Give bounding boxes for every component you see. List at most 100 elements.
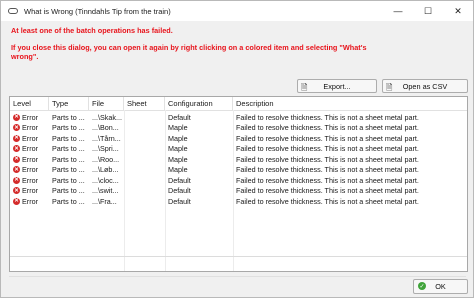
file-cell: ...\cloc... xyxy=(92,175,119,185)
window-title: What is Wrong (Tinndahls Tip from the tr… xyxy=(24,6,171,16)
results-grid[interactable]: Level Type File Sheet Configuration Desc… xyxy=(9,96,468,272)
open-as-csv-button[interactable]: 🗎 Open as CSV xyxy=(382,79,468,93)
ok-button-label: OK xyxy=(435,282,446,291)
table-row[interactable]: ✕ Error Parts to ... ...\Bon... Maple Fai… xyxy=(10,123,467,134)
footer-divider xyxy=(9,276,466,277)
error-icon: ✕ xyxy=(13,134,20,142)
error-message-line-1: At least one of the batch operations has… xyxy=(11,26,173,35)
type-cell: Parts to ... xyxy=(52,123,85,133)
table-row[interactable]: ✕ Error Parts to ... ...\swit... Default … xyxy=(10,186,467,197)
table-row[interactable]: ✕ Error Parts to ... ...\Skak... Default … xyxy=(10,112,467,123)
description-cell: Failed to resolve thickness. This is not… xyxy=(236,112,419,122)
error-message-line-3: wrong". xyxy=(11,52,39,61)
level-cell: ✕ Error xyxy=(13,175,38,185)
description-cell: Failed to resolve thickness. This is not… xyxy=(236,196,419,206)
level-cell: ✕ Error xyxy=(13,186,38,196)
level-cell: ✕ Error xyxy=(13,144,38,154)
file-cell: ...\Spri... xyxy=(92,144,119,154)
error-icon: ✕ xyxy=(13,155,20,163)
type-cell: Parts to ... xyxy=(52,196,85,206)
ok-button[interactable]: ✓ OK xyxy=(413,279,468,294)
error-message-line-2: If you close this dialog, you can open i… xyxy=(11,43,367,52)
configuration-cell: Default xyxy=(168,175,191,185)
column-header-file[interactable]: File xyxy=(89,97,124,110)
level-cell: ✕ Error xyxy=(13,123,38,133)
export-button-label: Export... xyxy=(323,81,351,91)
error-icon: ✕ xyxy=(13,176,20,184)
sheet-cell xyxy=(124,144,165,155)
configuration-cell: Default xyxy=(168,112,191,122)
grid-scrollbar-track[interactable] xyxy=(10,256,467,257)
description-cell: Failed to resolve thickness. This is not… xyxy=(236,144,419,154)
export-button[interactable]: 🗎 Export... xyxy=(297,79,377,93)
export-icon: 🗎 xyxy=(301,83,308,92)
sheet-cell xyxy=(124,112,165,123)
table-row[interactable]: ✕ Error Parts to ... ...\Roo... Maple Fai… xyxy=(10,154,467,165)
type-cell: Parts to ... xyxy=(52,186,85,196)
minimize-button[interactable]: — xyxy=(383,1,413,21)
column-header-configuration[interactable]: Configuration xyxy=(165,97,233,110)
description-cell: Failed to resolve thickness. This is not… xyxy=(236,186,419,196)
sheet-cell xyxy=(124,123,165,134)
configuration-cell: Maple xyxy=(168,133,188,143)
close-button[interactable]: ✕ xyxy=(443,1,473,21)
table-row[interactable]: ✕ Error Parts to ... ...\Spri... Maple Fa… xyxy=(10,144,467,155)
level-cell: ✕ Error xyxy=(13,165,38,175)
configuration-cell: Maple xyxy=(168,144,188,154)
table-row[interactable]: ✕ Error Parts to ... ...\Tårn... Maple Fa… xyxy=(10,133,467,144)
sheet-cell xyxy=(124,165,165,176)
file-cell: ...\Roo... xyxy=(92,154,120,164)
title-bar: What is Wrong (Tinndahls Tip from the tr… xyxy=(1,1,473,21)
what-is-wrong-dialog: What is Wrong (Tinndahls Tip from the tr… xyxy=(0,0,474,298)
open-as-csv-button-label: Open as CSV xyxy=(402,81,448,91)
configuration-cell: Default xyxy=(168,186,191,196)
file-cell: ...\Bon... xyxy=(92,123,119,133)
level-cell: ✕ Error xyxy=(13,196,38,206)
maximize-button[interactable]: ☐ xyxy=(413,1,443,21)
error-icon: ✕ xyxy=(13,113,20,121)
type-cell: Parts to ... xyxy=(52,154,85,164)
file-cell: ...\Løb... xyxy=(92,165,119,175)
description-cell: Failed to resolve thickness. This is not… xyxy=(236,133,419,143)
level-cell: ✕ Error xyxy=(13,133,38,143)
type-cell: Parts to ... xyxy=(52,112,85,122)
column-header-type[interactable]: Type xyxy=(49,97,89,110)
table-row[interactable]: ✕ Error Parts to ... ...\cloc... Default … xyxy=(10,175,467,186)
configuration-cell: Maple xyxy=(168,154,188,164)
csv-file-icon: 🗎 xyxy=(386,83,393,92)
column-header-sheet[interactable]: Sheet xyxy=(124,97,165,110)
level-cell: ✕ Error xyxy=(13,112,38,122)
table-row[interactable]: ✕ Error Parts to ... ...\Løb... Maple Fai… xyxy=(10,165,467,176)
error-icon: ✕ xyxy=(13,166,20,174)
error-icon: ✕ xyxy=(13,197,20,205)
grid-header: Level Type File Sheet Configuration Desc… xyxy=(10,97,467,111)
column-header-description[interactable]: Description xyxy=(233,97,467,110)
table-row[interactable]: ✕ Error Parts to ... ...\Fra... Default F… xyxy=(10,196,467,207)
type-cell: Parts to ... xyxy=(52,165,85,175)
description-cell: Failed to resolve thickness. This is not… xyxy=(236,175,419,185)
type-cell: Parts to ... xyxy=(52,175,85,185)
app-icon xyxy=(8,8,18,14)
error-icon: ✕ xyxy=(13,145,20,153)
configuration-cell: Maple xyxy=(168,165,188,175)
sheet-cell xyxy=(124,186,165,197)
type-cell: Parts to ... xyxy=(52,144,85,154)
file-cell: ...\Skak... xyxy=(92,112,122,122)
file-cell: ...\swit... xyxy=(92,186,119,196)
configuration-cell: Maple xyxy=(168,123,188,133)
checkmark-icon: ✓ xyxy=(418,282,426,290)
file-cell: ...\Tårn... xyxy=(92,133,121,143)
sheet-cell xyxy=(124,133,165,144)
sheet-cell xyxy=(124,175,165,186)
file-cell: ...\Fra... xyxy=(92,196,117,206)
sheet-cell xyxy=(124,154,165,165)
error-icon: ✕ xyxy=(13,124,20,132)
description-cell: Failed to resolve thickness. This is not… xyxy=(236,165,419,175)
column-header-level[interactable]: Level xyxy=(10,97,49,110)
window-controls: — ☐ ✕ xyxy=(383,1,473,21)
configuration-cell: Default xyxy=(168,196,191,206)
error-icon: ✕ xyxy=(13,187,20,195)
description-cell: Failed to resolve thickness. This is not… xyxy=(236,123,419,133)
sheet-cell xyxy=(124,196,165,207)
description-cell: Failed to resolve thickness. This is not… xyxy=(236,154,419,164)
